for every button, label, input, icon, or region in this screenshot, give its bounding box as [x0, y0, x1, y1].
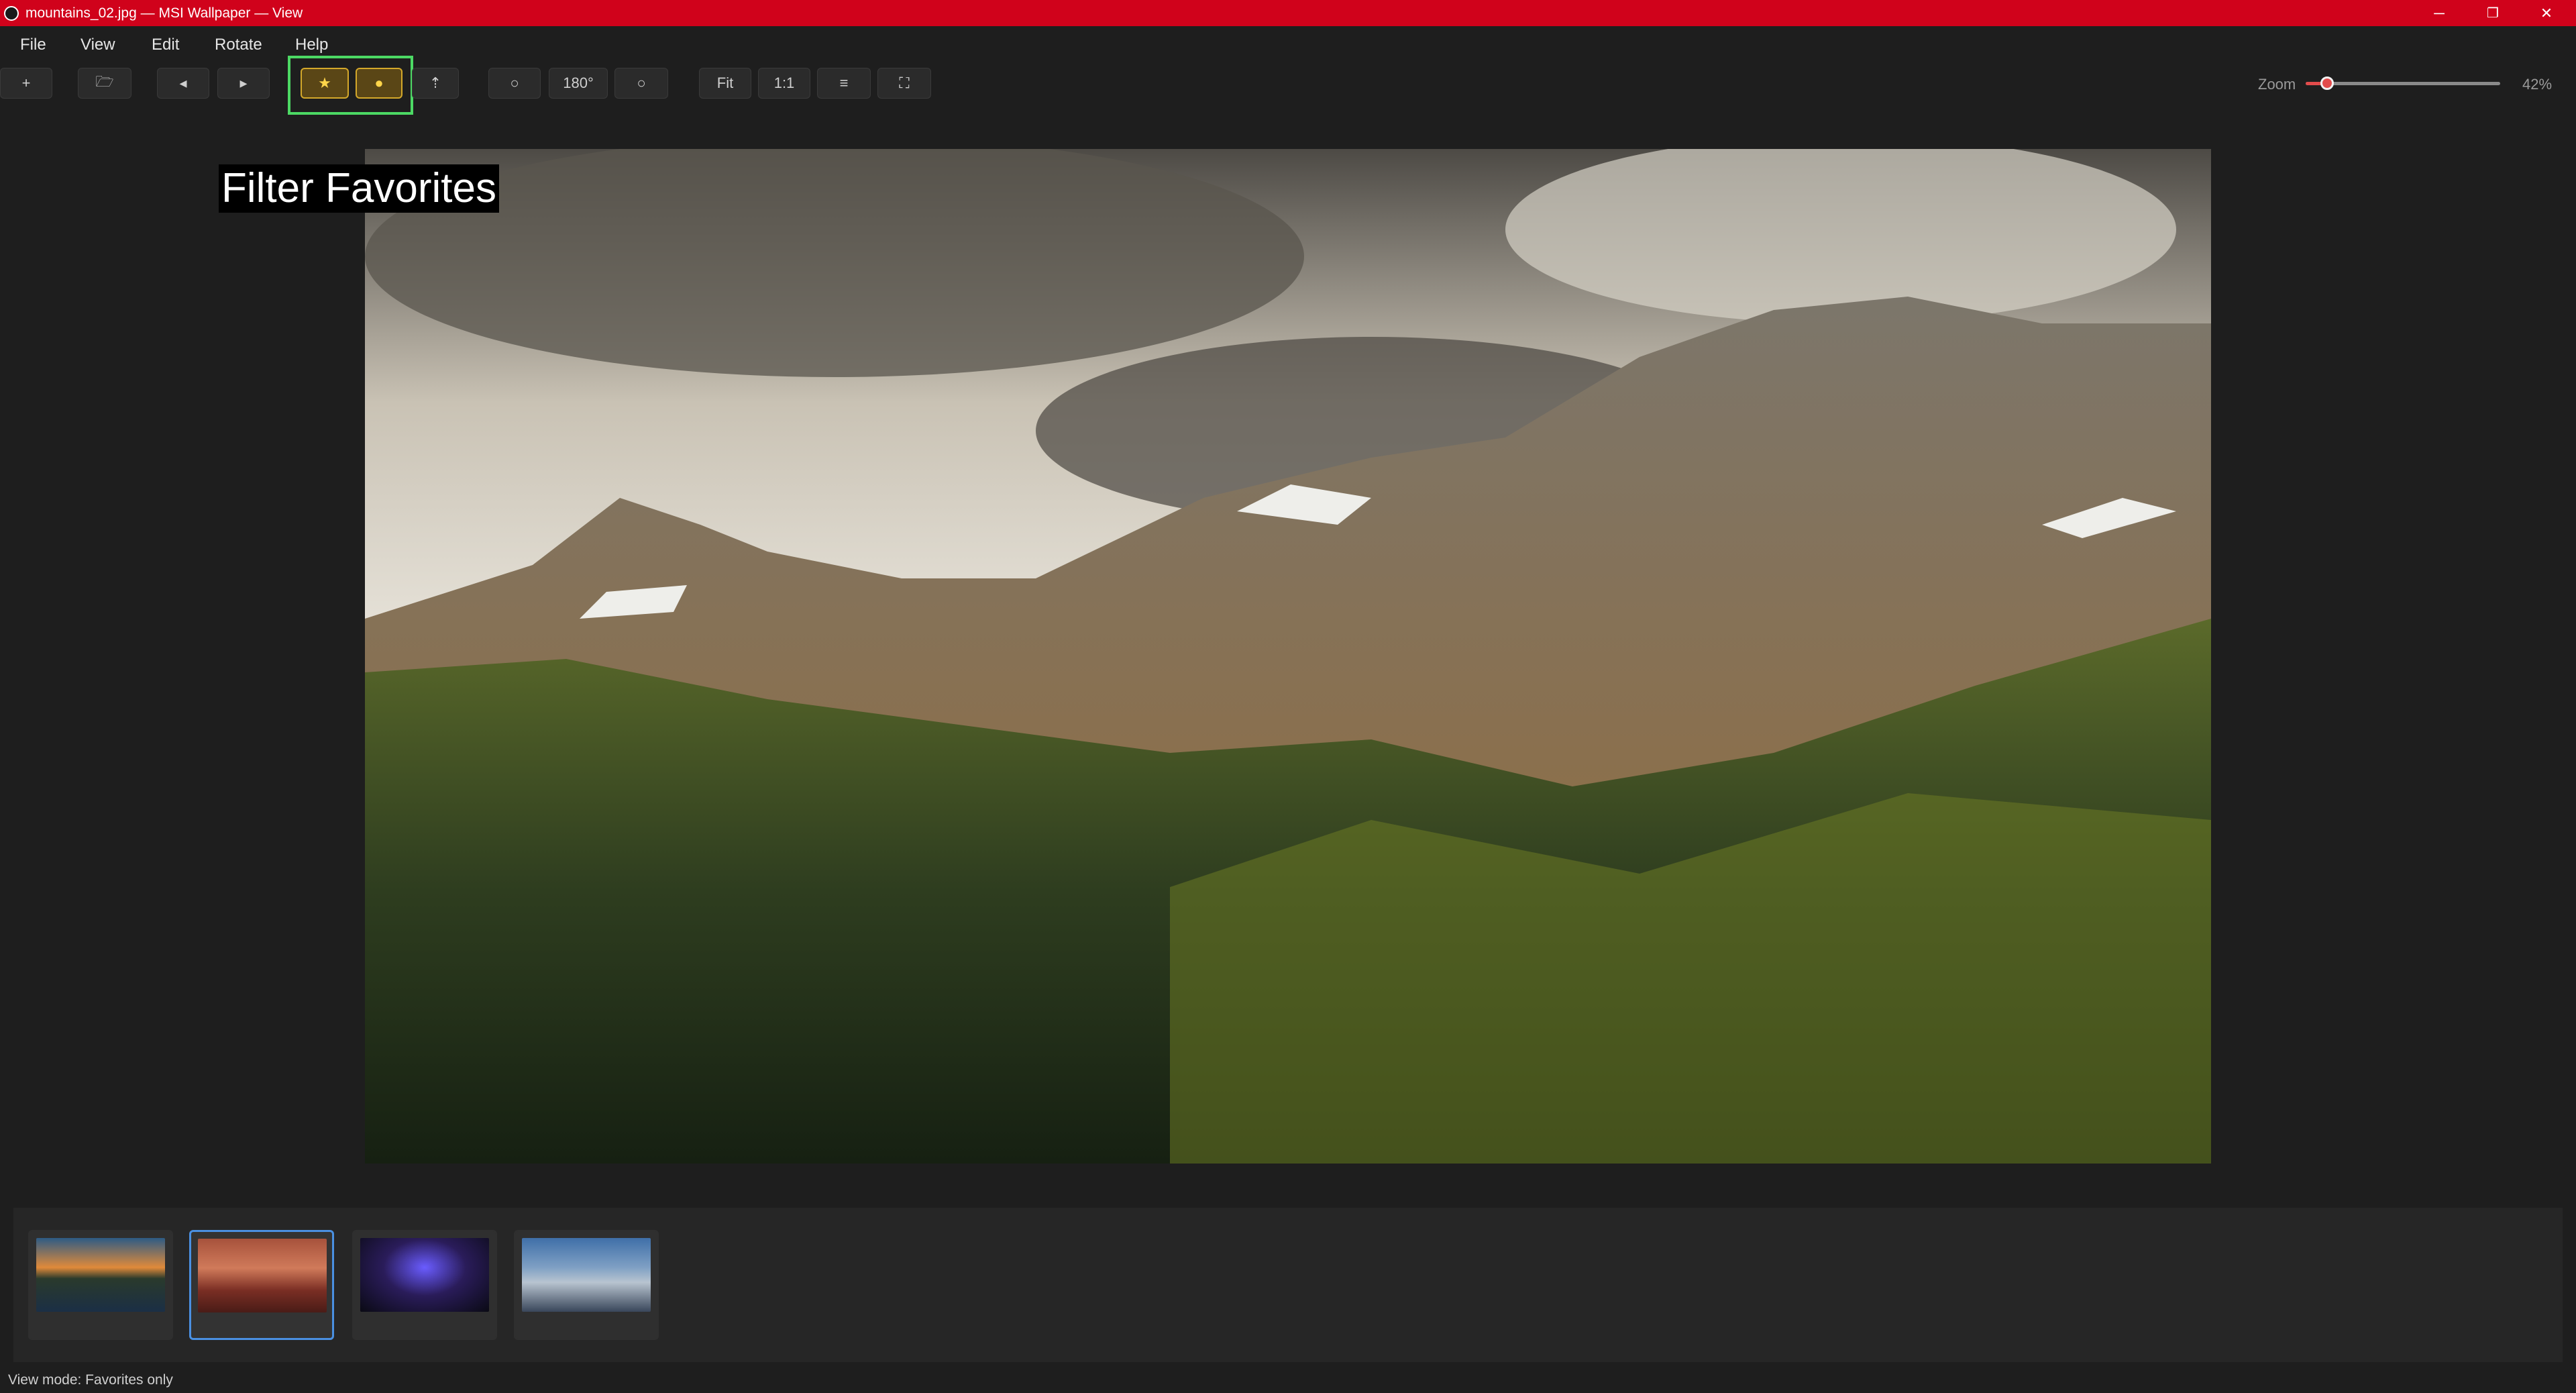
zoom-slider-thumb[interactable]	[2320, 76, 2334, 90]
title-bar: mountains_02.jpg — MSI Wallpaper — View …	[0, 0, 2576, 26]
minimize-button[interactable]: ─	[2412, 0, 2466, 26]
share-button[interactable]: ⇡	[412, 68, 459, 99]
rotate-180-button[interactable]: 180°	[549, 68, 608, 99]
status-text: View mode: Favorites only	[8, 1372, 173, 1388]
menu-file[interactable]: File	[20, 36, 46, 54]
window-title: mountains_02.jpg — MSI Wallpaper — View	[25, 5, 303, 21]
actual-size-button[interactable]: 1:1	[758, 68, 810, 99]
rotate-right-button[interactable]: ○	[614, 68, 668, 99]
thumbnail-image	[360, 1238, 489, 1312]
menu-help[interactable]: Help	[295, 36, 328, 54]
thumbnail-misty-mountains[interactable]	[514, 1230, 659, 1340]
status-bar: View mode: Favorites only	[0, 1366, 2576, 1393]
app-logo-icon	[4, 6, 19, 21]
menu-bar: File View Edit Rotate Help	[0, 26, 2576, 64]
thumbnail-red-mountains[interactable]	[189, 1230, 334, 1340]
open-folder-button[interactable]: 🗁	[78, 68, 131, 99]
next-button[interactable]: ▸	[217, 68, 270, 99]
restore-button[interactable]: ❐	[2466, 0, 2520, 26]
image-viewer[interactable]	[365, 149, 2211, 1164]
zoom-value: 42%	[2522, 76, 2553, 93]
menu-edit[interactable]: Edit	[152, 36, 179, 54]
close-button[interactable]: ✕	[2520, 0, 2573, 26]
thumbnail-image	[522, 1238, 651, 1312]
zoom-slider[interactable]	[2306, 76, 2500, 90]
menu-view[interactable]: View	[80, 36, 115, 54]
menu-rotate[interactable]: Rotate	[215, 36, 262, 54]
thumbnail-image	[36, 1238, 165, 1312]
filmstrip	[13, 1208, 2563, 1362]
zoom-label: Zoom	[2258, 76, 2296, 93]
tooltip-label: Filter Favorites	[219, 164, 499, 213]
add-button[interactable]: +	[0, 68, 52, 99]
thumbnail-lake-reflection[interactable]	[28, 1230, 173, 1340]
favorite-star-button[interactable]: ★	[301, 68, 349, 99]
toolbar: + 🗁 ◂ ▸ ★ ● ⇡ ○ 180° ○ Fit 1:1 ≡ ⛶ Zoom …	[0, 56, 2576, 116]
rotate-left-button[interactable]: ○	[488, 68, 541, 99]
fullscreen-button[interactable]: ⛶	[877, 68, 931, 99]
filter-favorites-button[interactable]: ●	[356, 68, 402, 99]
thumbnail-msi-stage[interactable]	[352, 1230, 497, 1340]
menu-icon-button[interactable]: ≡	[817, 68, 871, 99]
mountain-landscape-image	[365, 149, 2211, 1164]
previous-button[interactable]: ◂	[157, 68, 209, 99]
fit-button[interactable]: Fit	[699, 68, 751, 99]
thumbnail-image	[198, 1239, 327, 1312]
